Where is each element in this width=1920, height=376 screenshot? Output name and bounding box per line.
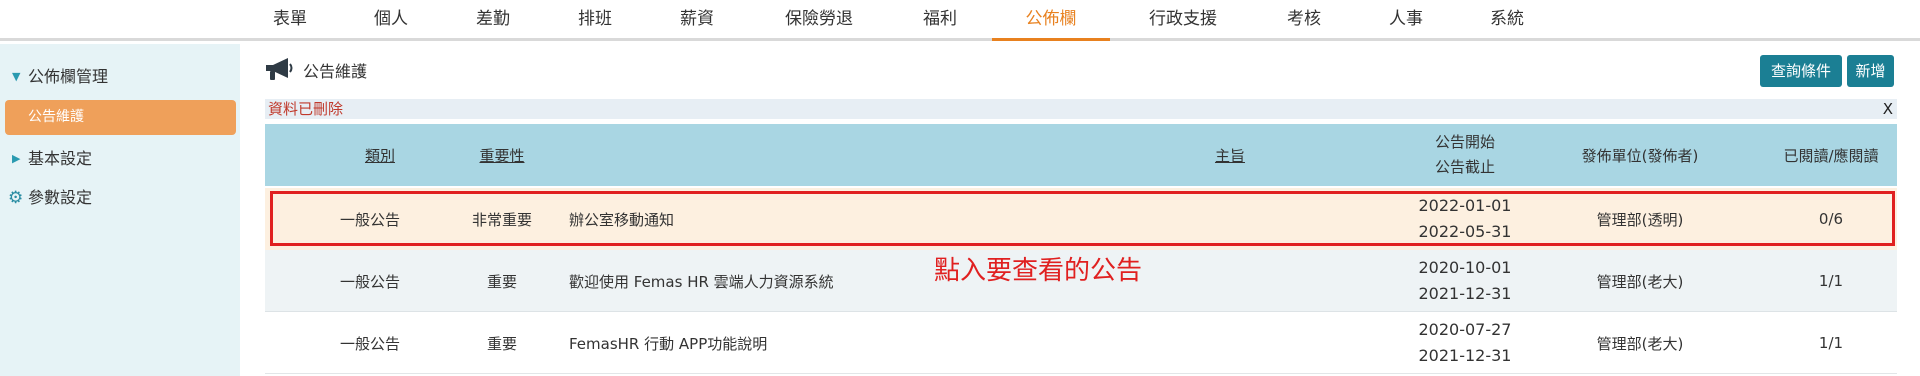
sidebar-section-label: 公佈欄管理: [28, 67, 109, 86]
nav-tab-attendance[interactable]: 差勤: [473, 0, 513, 38]
column-header-importance[interactable]: 重要性: [447, 124, 557, 186]
nav-tab-insurance[interactable]: 保險勞退: [779, 0, 859, 38]
cell-period: 2020-07-27 2021-12-31: [1385, 312, 1545, 374]
nav-tab-hr[interactable]: 人事: [1386, 0, 1426, 38]
page-title: 公告維護: [303, 62, 368, 81]
column-header-read: 已閱讀/應閱讀: [1783, 146, 1879, 165]
sidebar-section-label: 參數設定: [28, 188, 93, 207]
nav-tab-welfare[interactable]: 福利: [920, 0, 960, 38]
cell-period: 2020-10-01 2021-12-31: [1385, 250, 1545, 312]
add-button[interactable]: 新增: [1847, 55, 1894, 87]
column-header-category[interactable]: 類別: [325, 124, 435, 186]
sidebar-section-parameter-settings[interactable]: ⚙ 參數設定: [0, 181, 240, 215]
megaphone-icon: [266, 58, 293, 80]
cell-publisher: 管理部(老大): [1596, 272, 1684, 291]
sidebar-section-basic-settings[interactable]: ▶ 基本設定: [0, 142, 240, 176]
table-row[interactable]: 一般公告 重要 FemasHR 行動 APP功能說明 2020-07-27 20…: [265, 312, 1897, 374]
top-navigation: 表單 個人 差勤 排班 薪資 保險勞退 福利 公佈欄 行政支援 考核 人事 系統: [0, 0, 1920, 41]
nav-tab-payroll[interactable]: 薪資: [677, 0, 717, 38]
cell-read: 1/1: [1818, 272, 1844, 290]
column-header-publisher: 發佈單位(發佈者): [1581, 146, 1699, 165]
nav-tab-system[interactable]: 系統: [1487, 0, 1527, 38]
cell-start-date: 2020-07-27: [1418, 320, 1512, 339]
caret-right-icon: ▶: [12, 152, 21, 165]
column-header-end: 公告截止: [1434, 158, 1495, 176]
cell-category: 一般公告: [339, 334, 400, 353]
cell-start-date: 2020-10-01: [1418, 258, 1512, 277]
alert-bar: 資料已刪除 X: [265, 99, 1897, 119]
alert-close-button[interactable]: X: [1883, 99, 1893, 119]
sidebar-section-label: 基本設定: [28, 149, 93, 168]
query-conditions-button[interactable]: 查詢條件: [1760, 55, 1842, 87]
nav-tab-personal[interactable]: 個人: [371, 0, 411, 38]
nav-tab-bulletin[interactable]: 公佈欄: [992, 0, 1110, 41]
caret-down-icon: ▼: [12, 70, 21, 83]
cell-publisher: 管理部(老大): [1596, 334, 1684, 353]
table-header: 類別 重要性 主旨 公告開始 公告截止 發佈單位(發佈者) 已閱讀/應閱讀: [265, 124, 1897, 186]
alert-message: 資料已刪除: [268, 100, 344, 118]
cell-subject[interactable]: 歡迎使用 Femas HR 雲端人力資源系統: [569, 250, 1269, 312]
column-header-start: 公告開始: [1434, 133, 1495, 151]
nav-tab-evaluation[interactable]: 考核: [1284, 0, 1324, 38]
cell-subject[interactable]: FemasHR 行動 APP功能說明: [569, 312, 1269, 374]
sidebar-section-bulletin-management[interactable]: ▼ 公佈欄管理: [0, 60, 240, 94]
nav-tab-scheduling[interactable]: 排班: [575, 0, 615, 38]
nav-tab-forms[interactable]: 表單: [268, 0, 312, 38]
column-header-period: 公告開始 公告截止: [1385, 124, 1545, 186]
cell-importance: 重要: [486, 272, 517, 291]
cell-read: 1/1: [1818, 334, 1844, 352]
cell-importance: 重要: [486, 334, 517, 353]
cell-end-date: 2021-12-31: [1418, 346, 1512, 365]
sidebar-item-announcement-maintenance[interactable]: 公告維護: [5, 100, 236, 135]
annotation-text: 點入要查看的公告: [934, 256, 1143, 286]
highlight-box: [270, 191, 1895, 246]
nav-tab-admin-support[interactable]: 行政支援: [1143, 0, 1223, 38]
cell-end-date: 2021-12-31: [1418, 284, 1512, 303]
cell-category: 一般公告: [339, 272, 400, 291]
gear-icon: ⚙: [8, 188, 24, 208]
